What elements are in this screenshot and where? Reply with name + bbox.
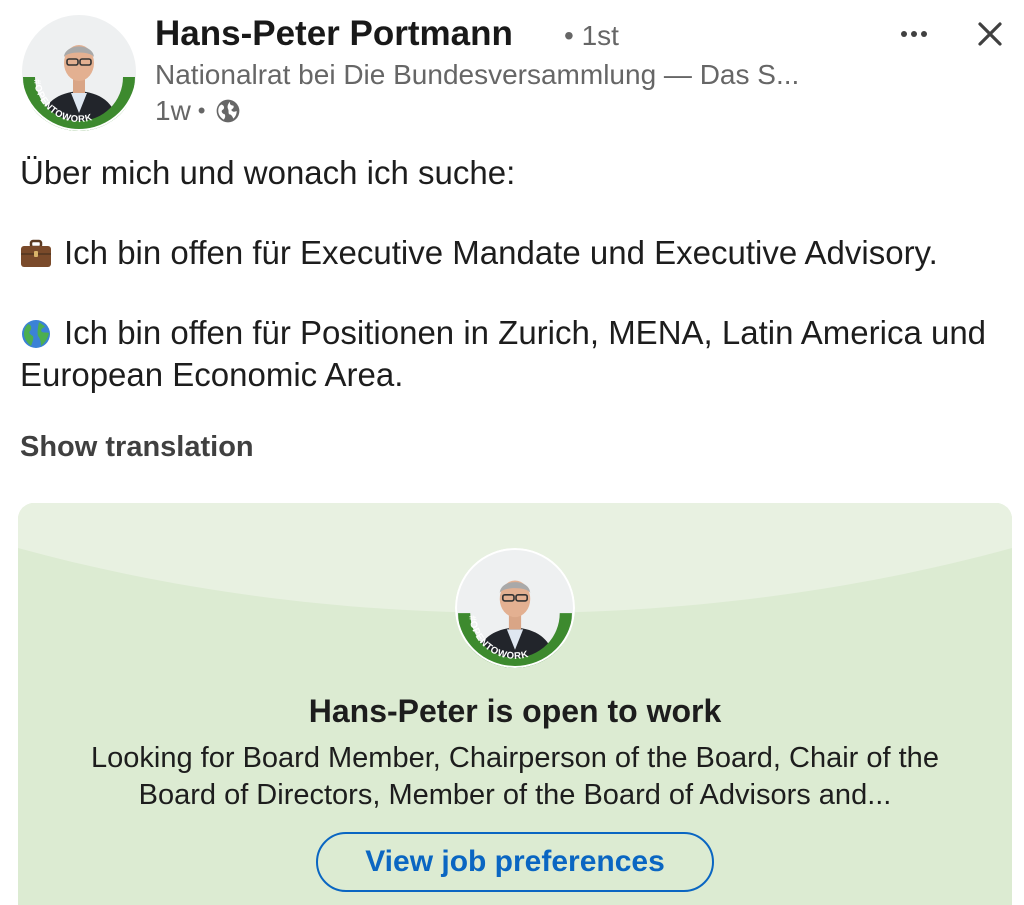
show-translation-link[interactable]: Show translation: [20, 428, 254, 466]
globe-icon: [216, 99, 239, 123]
card-avatar[interactable]: #OPENTOWORK: [455, 548, 575, 668]
more-options-icon[interactable]: [896, 22, 932, 46]
author-name[interactable]: Hans-Peter Portmann: [155, 12, 513, 56]
author-avatar[interactable]: #OPENTOWORK: [20, 13, 138, 131]
post-body: Über mich und wonach ich suche: Ich bin …: [20, 152, 1010, 396]
open-to-work-card[interactable]: #OPENTOWORK Hans-Peter is open to work L…: [18, 503, 1012, 905]
close-icon[interactable]: [974, 18, 1006, 50]
post-line-mandate: Ich bin offen für Executive Mandate und …: [20, 232, 1010, 274]
card-title: Hans-Peter is open to work: [308, 693, 722, 729]
briefcase-icon: [21, 239, 51, 267]
post-intro: Über mich und wonach ich suche:: [20, 154, 516, 191]
author-headline: Nationalrat bei Die Bundesversammlung — …: [155, 59, 800, 90]
card-description: Looking for Board Member, Chairperson of…: [91, 742, 939, 811]
post-line-positions: Ich bin offen für Positionen in Zurich, …: [20, 314, 987, 393]
connection-degree: • 1st: [564, 20, 619, 51]
post-meta: 1w •: [155, 93, 241, 129]
globe-americas-icon: [22, 320, 50, 348]
separator-dot: •: [197, 98, 206, 123]
view-job-preferences-button[interactable]: View job preferences: [316, 832, 714, 892]
time-ago: 1w: [155, 95, 191, 126]
post-detail: #OPENTOWORK Hans-Peter Portmann • 1st Na…: [0, 0, 1024, 905]
